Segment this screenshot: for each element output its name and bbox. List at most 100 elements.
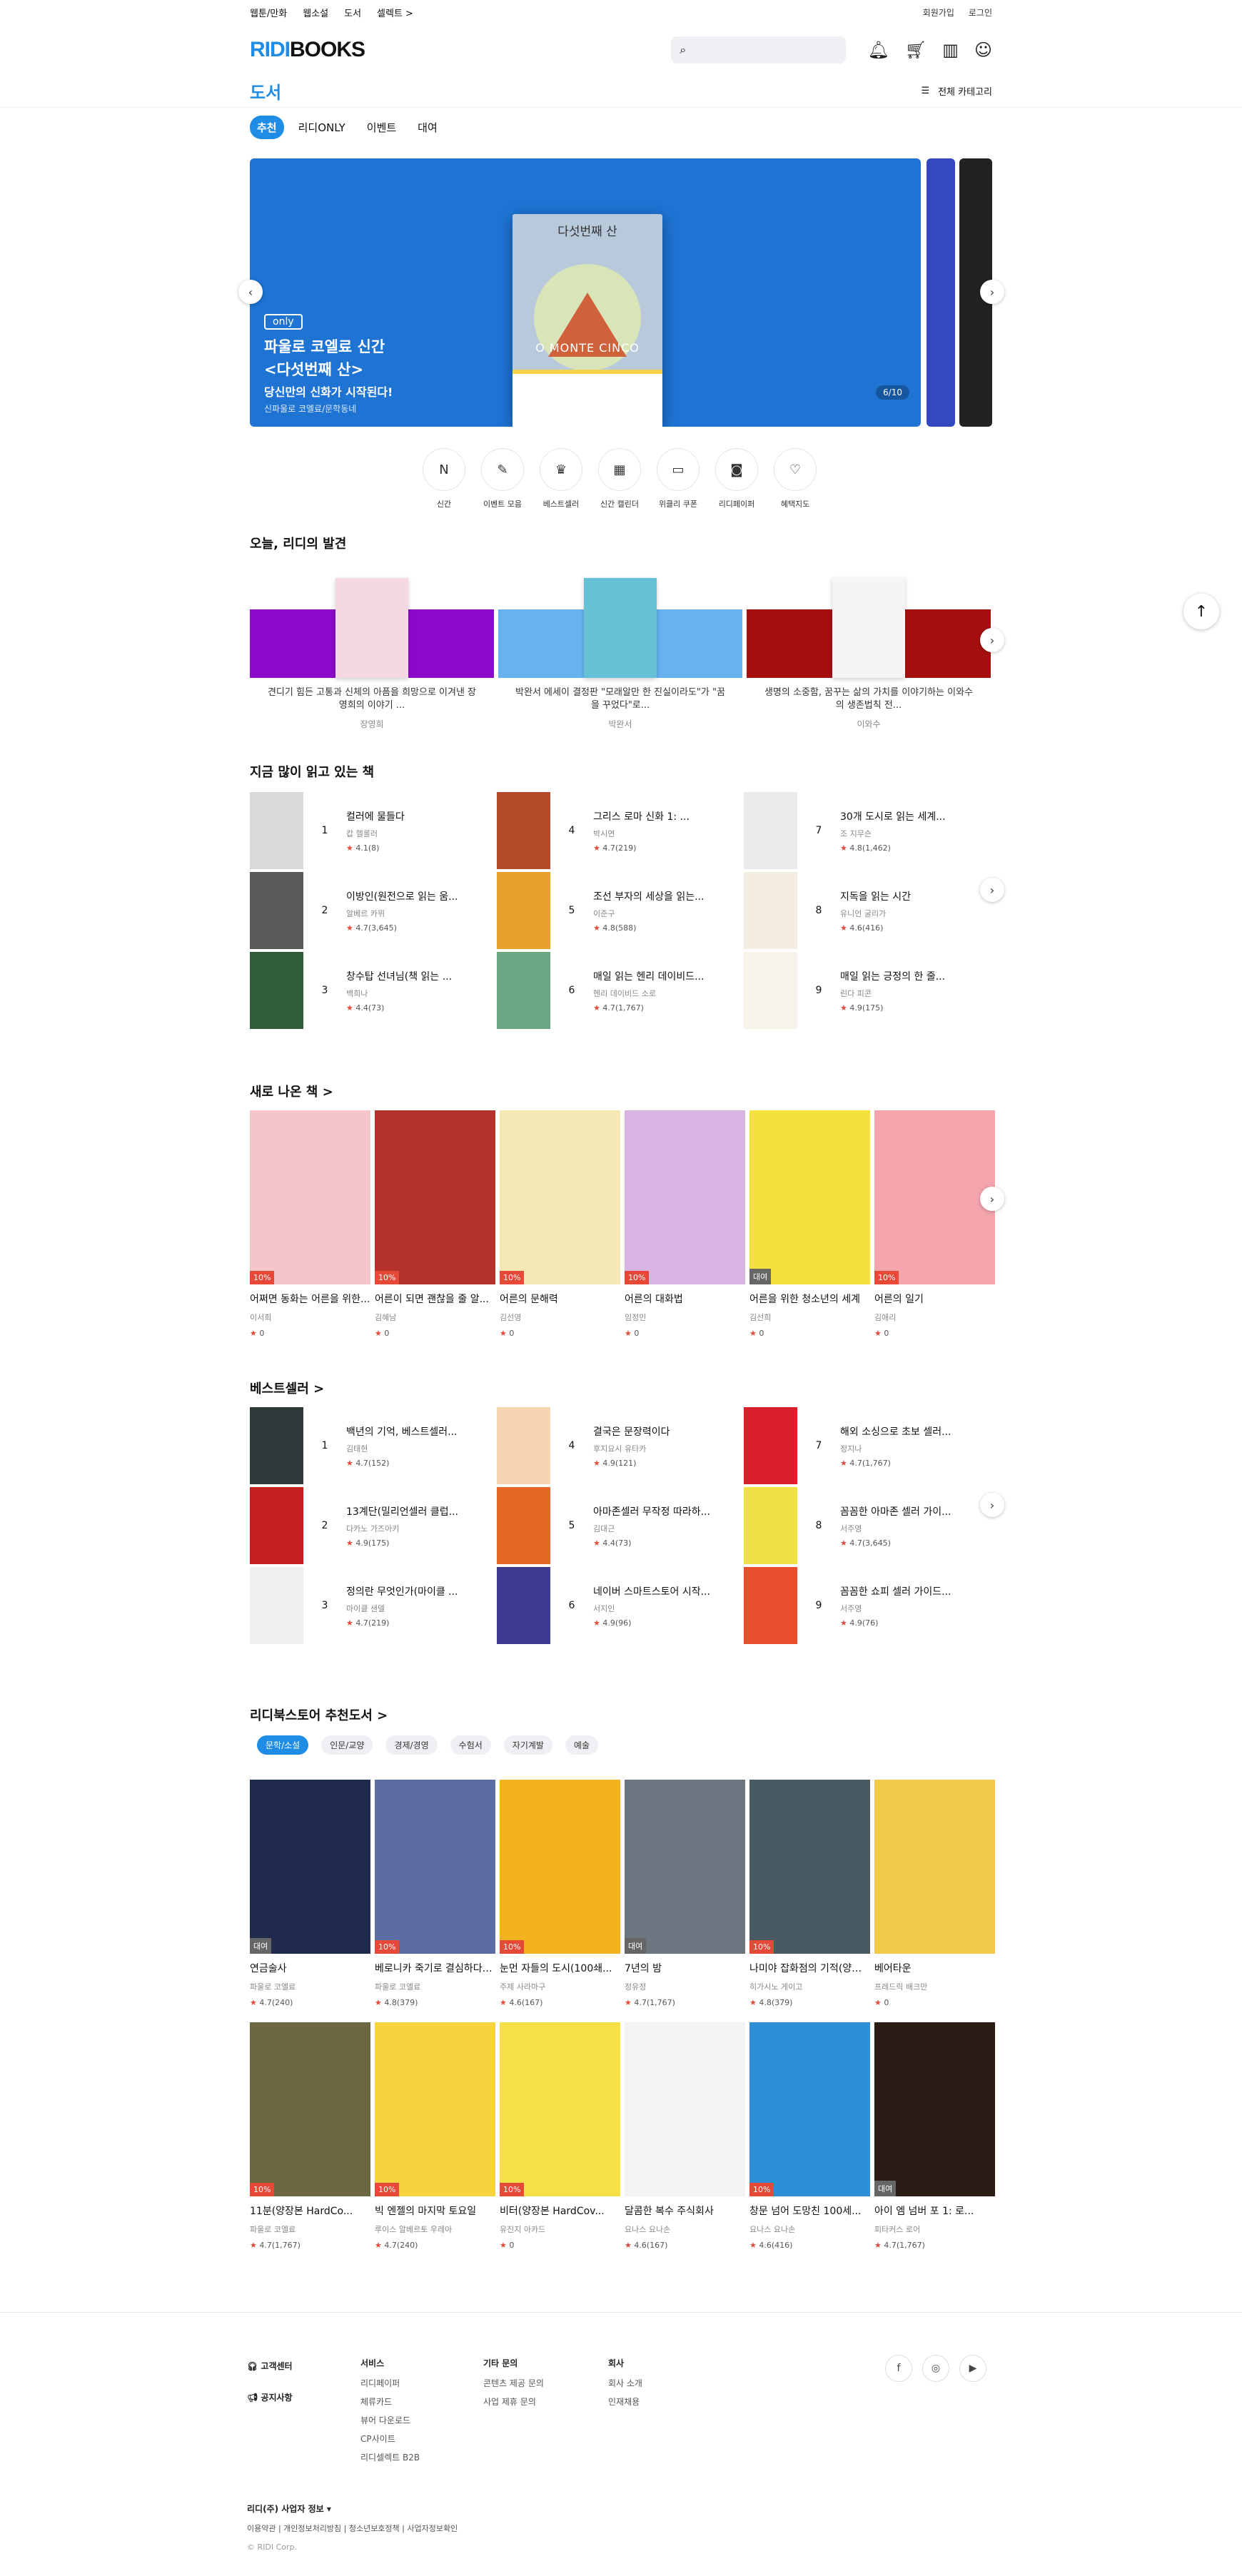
notice-link[interactable]: 📢︎ 공지사항 <box>247 2388 293 2407</box>
book-card[interactable]: 대여 7년의 밤 정유정 ★ 4.7(1,767) <box>625 1780 745 2007</box>
customer-center-link[interactable]: 🎧︎ 고객센터 <box>247 2357 293 2375</box>
reading-next-button[interactable]: › <box>980 878 1004 902</box>
genre-chip[interactable]: 문학/소설 <box>257 1735 309 1755</box>
nav-select[interactable]: 셀렉트 > <box>377 6 413 19</box>
rank-item[interactable]: 7 30개 도시로 읽는 세계... 조 지무슨 ★ 4.8(1,462) <box>744 791 991 871</box>
book-title: 창문 넘어 도망친 100세... <box>749 2206 862 2217</box>
discovery-card[interactable]: 생명의 소중함, 꿈꾸는 삶의 가치를 이야기하는 이와수의 생존법칙 전...… <box>747 578 991 730</box>
rank-item[interactable]: 4 결국은 문장력이다 후지요시 유타카 ★ 4.9(121) <box>497 1406 744 1486</box>
search-input[interactable]: ⌕ <box>671 36 847 64</box>
genre-chip[interactable]: 예술 <box>565 1735 599 1755</box>
footer-link[interactable]: 리디페이퍼 <box>360 2374 420 2393</box>
scroll-to-top-button[interactable]: ↑ <box>1183 594 1219 629</box>
book-card[interactable]: 10% 베로니카 죽기로 결심하다(... 파울로 코엘료 ★ 4.8(379) <box>375 1780 495 2007</box>
book-card[interactable]: 대여 아이 엠 넘버 포 1: 로... 피타커스 로어 ★ 4.7(1,767) <box>874 2022 995 2250</box>
tab-recommend[interactable]: 추천 <box>250 115 284 139</box>
book-card[interactable]: 10% 빅 엔젤의 마지막 토요일 루이스 알베르토 우레아 ★ 4.7(240) <box>375 2022 495 2250</box>
footer-link[interactable]: 사업 제휴 문의 <box>483 2393 544 2411</box>
footer-link[interactable]: 뷰어 다운로드 <box>360 2411 420 2430</box>
quick-menu-item[interactable]: N 신간 <box>423 448 465 509</box>
tab-event[interactable]: 이벤트 <box>360 116 403 139</box>
book-card[interactable]: 10% 11분(양장본 HardCo... 파울로 코엘료 ★ 4.7(1,767) <box>250 2022 370 2250</box>
user-icon[interactable]: ☺ <box>974 40 992 60</box>
next-banner-preview[interactable] <box>927 158 955 427</box>
ridibooks-logo[interactable]: RIDIBOOKS <box>250 38 365 62</box>
rank-item[interactable]: 9 꼼꼼한 쇼피 셀러 가이드... 서주영 ★ 4.9(76) <box>744 1566 991 1646</box>
author: 김애리 <box>874 1313 897 1322</box>
rank-item[interactable]: 3 창수탑 선녀님(책 읽는 ... 백희나 ★ 4.4(73) <box>250 950 497 1030</box>
rank-item[interactable]: 3 정의란 무엇인가(마이클 ... 마이클 샌델 ★ 4.7(219) <box>250 1566 497 1646</box>
main-banner[interactable]: 다섯번째 산 O MONTE CINCO only 파울로 코엘료 신간 <다섯… <box>250 158 921 427</box>
quick-menu-item[interactable]: ✎ 이벤트 모음 <box>481 448 524 509</box>
discovery-next-button[interactable]: › <box>980 628 1004 652</box>
tab-ridionly[interactable]: 리디ONLY <box>291 116 353 139</box>
bestseller-next-button[interactable]: › <box>980 1493 1004 1517</box>
youtube-icon[interactable]: ▶ <box>959 2355 986 2382</box>
book-card[interactable]: 10% 나미야 잡화점의 기적(양장... 히가시노 게이고 ★ 4.8(379) <box>749 1780 870 2007</box>
rank-item[interactable]: 2 이방인(원전으로 읽는 움... 알베르 카뮈 ★ 4.7(3,645) <box>250 871 497 950</box>
rank-item[interactable]: 1 컬러에 물들다 캅 헬롤러 ★ 4.1(8) <box>250 791 497 871</box>
new-books-next-button[interactable]: › <box>980 1187 1004 1211</box>
rank-item[interactable]: 7 해외 소싱으로 초보 셀러... 정지나 ★ 4.7(1,767) <box>744 1406 991 1486</box>
rank-item[interactable]: 4 그리스 로마 신화 1: ... 박시연 ★ 4.7(219) <box>497 791 744 871</box>
rank-item[interactable]: 2 13계단(밀리언셀러 클럽... 다카노 가즈아키 ★ 4.9(175) <box>250 1486 497 1566</box>
book-card[interactable]: 10% 비터(양장본 HardCov... 유진지 아카드 ★ 0 <box>500 2022 620 2250</box>
genre-chip[interactable]: 경제/경영 <box>385 1735 438 1755</box>
footer-policy-links[interactable]: 이용약관 | 개인정보처리방침 | 청소년보호정책 | 사업자정보확인 <box>247 2520 458 2538</box>
library-icon[interactable]: ▥ <box>942 40 959 60</box>
footer-link[interactable]: 회사 소개 <box>608 2374 642 2393</box>
book-card[interactable]: 대여 연금술사 파울로 코엘료 ★ 4.7(240) <box>250 1780 370 2007</box>
book-card[interactable]: 10% 어른의 일기 김애리 ★ 0 <box>874 1110 995 1338</box>
facebook-icon[interactable]: f <box>885 2355 912 2382</box>
all-categories-button[interactable]: ☰ 전체 카테고리 <box>921 84 992 98</box>
business-info-toggle[interactable]: 리디(주) 사업자 정보 ▾ <box>247 2500 458 2518</box>
genre-chip[interactable]: 자기계발 <box>503 1735 552 1755</box>
quick-menu-item[interactable]: ▦ 신간 캘린더 <box>598 448 641 509</box>
nav-books[interactable]: 도서 <box>344 6 361 19</box>
banner-next-button[interactable]: › <box>980 280 1004 304</box>
book-card[interactable]: 10% 눈먼 자들의 도시(100쇄... 주제 사라마구 ★ 4.6(167) <box>500 1780 620 2007</box>
section-title[interactable]: 새로 나온 책 > <box>250 1082 333 1100</box>
book-card[interactable]: 10% 어른이 되면 괜찮을 줄 알... 김혜남 ★ 0 <box>375 1110 495 1338</box>
section-title[interactable]: 베스트셀러 > <box>250 1379 324 1397</box>
genre-chip[interactable]: 인문/교양 <box>321 1735 373 1755</box>
nav-webtoon[interactable]: 웹툰/만화 <box>250 6 287 19</box>
discovery-card[interactable]: 박완서 에세이 결정판 "모래알만 한 진실이라도"가 "꿈을 꾸었다"로...… <box>498 578 742 730</box>
section-title[interactable]: 리디북스토어 추천도서 > <box>250 1705 388 1724</box>
bell-icon[interactable]: 🔔︎ <box>867 40 889 60</box>
banner-prev-button[interactable]: ‹ <box>238 280 263 304</box>
rank-item[interactable]: 8 꼼꼼한 아마존 셀러 가이... 서주영 ★ 4.7(3,645) <box>744 1486 991 1566</box>
rank-item[interactable]: 6 매일 읽는 헨리 데이비드... 헨리 데이비드 소로 ★ 4.7(1,767) <box>497 950 744 1030</box>
nav-webnovel[interactable]: 웹소설 <box>303 6 328 19</box>
book-card[interactable]: 베어타운 프레드릭 배크만 ★ 0 <box>874 1780 995 2007</box>
quick-menu-item[interactable]: ▭ 위클리 쿠폰 <box>657 448 700 509</box>
quick-menu-item[interactable]: ◙ 리디페이퍼 <box>715 448 758 509</box>
book-card[interactable]: 10% 어른의 대화법 임정민 ★ 0 <box>625 1110 745 1338</box>
rank-item[interactable]: 5 조선 부자의 세상을 읽는... 이준구 ★ 4.8(588) <box>497 871 744 950</box>
footer-link[interactable]: 리디셀렉트 B2B <box>360 2448 420 2467</box>
footer-link[interactable]: 인재채용 <box>608 2393 642 2411</box>
rank-item[interactable]: 6 네이버 스마트스토어 시작... 서지인 ★ 4.9(96) <box>497 1566 744 1646</box>
book-card[interactable]: 10% 어쩌면 동화는 어른을 위한... 이서희 ★ 0 <box>250 1110 370 1338</box>
book-card[interactable]: 대여 어른을 위한 청소년의 세계 김선희 ★ 0 <box>749 1110 870 1338</box>
footer-link[interactable]: 콘텐츠 제공 문의 <box>483 2374 544 2393</box>
book-card[interactable]: 10% 창문 넘어 도망친 100세... 요나스 요나손 ★ 4.6(416) <box>749 2022 870 2250</box>
discovery-card[interactable]: 견디기 힘든 고통과 신체의 아픔을 희망으로 이겨낸 장영희의 이야기 ...… <box>250 578 494 730</box>
rank-item[interactable]: 1 백년의 기억, 베스트셀러... 김태현 ★ 4.7(152) <box>250 1406 497 1486</box>
book-card[interactable]: 10% 어른의 문해력 김선영 ★ 0 <box>500 1110 620 1338</box>
rank-item[interactable]: 5 아마존셀러 무작정 따라하... 김대근 ★ 4.4(73) <box>497 1486 744 1566</box>
book-card[interactable]: 달콤한 복수 주식회사 요나스 요나손 ★ 4.6(167) <box>625 2022 745 2250</box>
instagram-icon[interactable]: ◎ <box>922 2355 949 2382</box>
rank-item[interactable]: 9 매일 읽는 긍정의 한 줄... 린다 피콘 ★ 4.9(175) <box>744 950 991 1030</box>
quick-menu-item[interactable]: ♡ 혜택지도 <box>774 448 817 509</box>
footer-link[interactable]: CP사이트 <box>360 2430 420 2448</box>
login-link[interactable]: 로그인 <box>969 6 992 19</box>
genre-chip[interactable]: 수험서 <box>450 1735 491 1755</box>
footer-link[interactable]: 체류카드 <box>360 2393 420 2411</box>
rank-item[interactable]: 8 지독을 읽는 시간 유니언 굴리가 ★ 4.6(416) <box>744 871 991 950</box>
tab-rental[interactable]: 대여 <box>410 116 445 139</box>
cart-icon[interactable]: 🛒︎ <box>905 40 927 60</box>
signup-link[interactable]: 회원가입 <box>923 6 954 19</box>
book-cover <box>874 1780 995 1954</box>
quick-menu-item[interactable]: ♛ 베스트셀러 <box>540 448 582 509</box>
